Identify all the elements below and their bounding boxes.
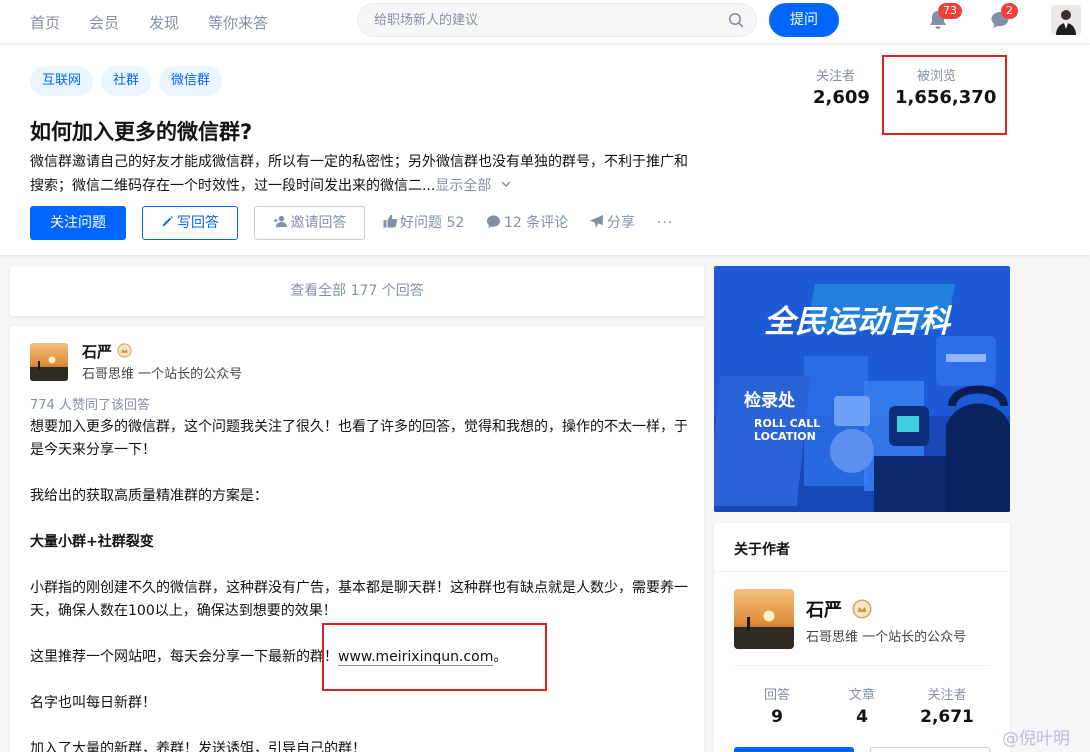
good-question-button[interactable]: 好问题 52	[382, 213, 464, 233]
message-badge: 2	[1001, 3, 1018, 19]
share-button[interactable]: 分享	[589, 213, 635, 233]
articles-count[interactable]: 4	[822, 707, 902, 727]
answer-author-bio: 石哥思维 一个站长的公众号	[82, 367, 243, 382]
send-icon	[589, 214, 604, 228]
ad-banner[interactable]: 全民运动百科 检录处 ROLL CALL LOCATION	[714, 266, 1010, 512]
follow-author-button[interactable]	[734, 747, 854, 752]
author-card: 关于作者 石严 石哥思维 一个站长的公众号 回答 9 文章 4 关注者 2,67…	[714, 523, 1010, 752]
voters-count[interactable]: 774 人赞同了该回答	[30, 394, 150, 413]
answers-count[interactable]: 9	[737, 707, 817, 727]
banner-sign-top: 检录处	[744, 390, 796, 411]
invite-answer-button[interactable]: 邀请回答	[254, 206, 365, 240]
topic-tag-wechat-group[interactable]: 微信群	[159, 66, 223, 96]
about-author-title: 关于作者	[734, 542, 790, 558]
comment-icon	[486, 215, 501, 229]
pencil-icon	[162, 216, 173, 227]
answer-paragraph: 小群指的刚创建不久的微信群，这种群没有广告，基本都是聊天群！这种群也有缺点就是人…	[30, 580, 688, 619]
answer-text: 这里推荐一个网站吧，每天会分享一下最新的群！	[30, 649, 338, 665]
verified-badge-icon	[852, 599, 872, 619]
comments-button[interactable]: 12 条评论	[486, 213, 568, 233]
answer-paragraph: 想要加入更多的微信群，这个问题我关注了很久！也看了许多的回答，觉得和我想的，操作…	[30, 419, 688, 458]
invite-answer-label: 邀请回答	[290, 215, 347, 231]
answers-count-label: 回答	[763, 688, 790, 703]
follow-question-button[interactable]: 关注问题	[30, 206, 126, 240]
thumbs-up-icon	[383, 214, 398, 228]
question-description-text: 微信群邀请自己的好友才能成微信群，所以有一定的私密性；另外微信群也没有单独的群号…	[30, 154, 688, 194]
write-answer-label: 写回答	[177, 215, 219, 231]
user-avatar[interactable]	[1051, 5, 1081, 35]
nav-membership[interactable]: 会员	[89, 12, 119, 33]
show-all-link[interactable]: 显示全部	[435, 178, 511, 194]
verified-badge-icon	[117, 343, 132, 358]
question-header: 互联网 社群 微信群 如何加入更多的微信群? 微信群邀请自己的好友才能成微信群，…	[0, 45, 1090, 255]
write-answer-button[interactable]: 写回答	[142, 206, 238, 240]
chevron-down-icon[interactable]	[500, 179, 512, 189]
followers-label: 关注者	[816, 69, 856, 84]
followers-count[interactable]: 2,609	[813, 87, 870, 108]
show-all-label[interactable]: 显示全部	[435, 178, 491, 194]
add-user-icon	[273, 215, 287, 228]
author-card-avatar[interactable]	[734, 589, 794, 649]
articles-count-label: 文章	[848, 688, 875, 703]
question-title[interactable]: 如何加入更多的微信群?	[30, 116, 252, 146]
answer-card: 石严 石哥思维 一个站长的公众号 774 人赞同了该回答 想要加入更多的微信群，…	[10, 326, 704, 752]
author-card-bio: 石哥思维 一个站长的公众号	[806, 630, 967, 645]
good-question-label: 好问题 52	[400, 215, 465, 231]
notification-badge: 73	[938, 3, 962, 19]
nav-discover[interactable]: 发现	[149, 12, 179, 33]
banner-sign-en1: ROLL CALL	[754, 417, 820, 430]
banner-sign-en2: LOCATION	[754, 430, 816, 443]
view-all-answers-button[interactable]: 查看全部 177 个回答	[10, 266, 704, 316]
search-input[interactable]	[374, 4, 704, 36]
search-box	[357, 3, 757, 37]
answer-content: 想要加入更多的微信群，这个问题我关注了很久！也看了许多的回答，觉得和我想的，操作…	[30, 416, 690, 752]
question-description: 微信群邀请自己的好友才能成微信群，所以有一定的私密性；另外微信群也没有单独的群号…	[30, 150, 700, 198]
annotation-box-link	[322, 623, 547, 691]
answer-paragraph: 名字也叫每日新群！	[30, 695, 156, 711]
top-navigation: 首页 会员 发现 等你来答 提问 73 2	[0, 0, 1090, 44]
watermark: @倪叶明	[1002, 729, 1070, 749]
answer-paragraph: 加入了大量的新群，养群！发送诱饵，引导自己的群！	[30, 741, 366, 752]
answer-author-avatar[interactable]	[30, 343, 68, 381]
annotation-box-views	[882, 55, 1007, 135]
search-icon[interactable]	[728, 12, 744, 28]
author-followers-label: 关注者	[927, 688, 967, 703]
answer-author-name[interactable]: 石严	[82, 341, 112, 362]
topic-tag-community[interactable]: 社群	[101, 66, 152, 96]
nav-waiting-answers[interactable]: 等你来答	[208, 12, 268, 33]
divider	[714, 571, 1010, 572]
comments-label: 12 条评论	[504, 215, 569, 231]
author-card-name[interactable]: 石严	[806, 596, 842, 622]
topic-tag-internet[interactable]: 互联网	[30, 66, 94, 96]
nav-home[interactable]: 首页	[30, 12, 60, 33]
more-button[interactable]: ···	[657, 213, 673, 233]
banner-title: 全民运动百科	[764, 304, 953, 340]
divider	[734, 665, 990, 666]
share-label: 分享	[607, 215, 635, 231]
author-followers-count[interactable]: 2,671	[907, 707, 987, 727]
answer-paragraph: 我给出的获取高质量精准群的方案是：	[30, 488, 268, 504]
ask-button[interactable]: 提问	[769, 3, 839, 37]
answer-heading: 大量小群+社群裂变	[30, 534, 154, 550]
message-author-button[interactable]	[870, 747, 990, 752]
